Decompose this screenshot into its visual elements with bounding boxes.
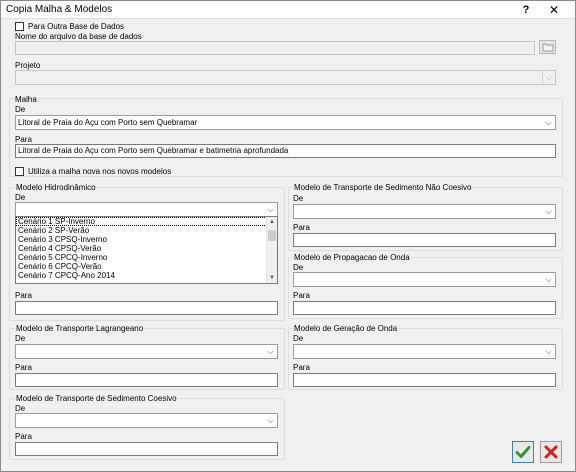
mesh-group [9,98,563,177]
lagrangian-from-select[interactable]: ⌵ [15,344,278,359]
chevron-down-icon: ⌵ [542,71,555,84]
dialog-window: Copia Malha & Modelos ? ✕ Para Outra Bas… [0,0,576,472]
non-cohesive-to-label: Para [293,223,310,232]
scroll-down-icon[interactable]: ▼ [267,273,277,283]
chevron-down-icon: ⌵ [545,347,552,356]
hydro-option[interactable]: Cenário 4 CPSQ-Verão [16,244,277,253]
hydro-group-title: Modelo Hidrodinâmico [15,183,97,192]
browse-button[interactable] [539,40,556,54]
hydro-option[interactable]: Cenário 7 CPCQ-Ano 2014 [16,271,277,280]
chevron-down-icon: ⌵ [267,416,274,425]
mesh-from-select[interactable]: Litoral de Praia do Açu com Porto sem Qu… [15,115,556,130]
wave-to-input[interactable] [293,301,556,315]
wave-from-select[interactable]: ⌵ [293,272,556,287]
hydro-option[interactable]: Cenário 2 SP-Verão [16,226,277,235]
ok-button[interactable] [512,441,534,463]
lagrangian-group-title: Modelo de Transporte Lagrangeano [15,324,145,333]
hydro-from-select[interactable]: ⌵ [15,202,278,217]
scroll-thumb[interactable] [268,230,276,241]
non-cohesive-group-title: Modelo de Transporte de Sedimento Não Co… [293,183,473,192]
db-file-input[interactable] [15,41,535,55]
chevron-down-icon: ⌵ [267,347,274,356]
db-file-label: Nome do arquivo da base de dados [15,32,142,41]
cohesive-from-select[interactable]: ⌵ [15,413,278,428]
cohesive-to-label: Para [15,432,32,441]
red-x-icon [544,445,558,459]
wave-gen-from-select[interactable]: ⌵ [293,344,556,359]
hydro-list-scrollbar[interactable]: ▲ ▼ [266,217,277,283]
hydro-option[interactable]: Cenário 3 CPSQ-Inverno [16,235,277,244]
non-cohesive-from-label: De [293,194,304,203]
project-select[interactable]: ⌵ [15,70,556,85]
chevron-down-icon: ⌵ [545,207,552,216]
chevron-down-icon: ⌵ [545,275,552,284]
lagrangian-to-label: Para [15,363,32,372]
cohesive-to-input[interactable] [15,442,278,456]
wave-gen-to-label: Para [293,363,310,372]
hydro-option[interactable]: Cenário 6 CPCQ-Verão [16,262,277,271]
wave-group-title: Modelo de Propagacao de Onda [293,253,411,262]
wave-gen-from-label: De [293,334,304,343]
mesh-group-title: Malha [15,95,37,104]
non-cohesive-from-select[interactable]: ⌵ [293,204,556,219]
close-button[interactable]: ✕ [546,2,562,18]
help-button[interactable]: ? [518,2,534,18]
mesh-from-label: De [15,105,26,114]
scroll-up-icon[interactable]: ▲ [267,217,277,227]
cancel-button[interactable] [540,441,562,463]
hydro-option[interactable]: Cenário 5 CPCQ-Inverno [16,253,277,262]
project-label: Projeto [15,61,41,70]
folder-icon [542,43,554,52]
lagrangian-to-input[interactable] [15,373,278,387]
wave-gen-to-input[interactable] [293,373,556,387]
other-db-checkbox[interactable] [15,22,24,31]
cohesive-group-title: Modelo de Transporte de Sedimento Coesiv… [15,394,178,403]
mesh-to-label: Para [15,135,32,144]
chevron-down-icon: ⌵ [267,205,274,214]
wave-from-label: De [293,263,304,272]
hydro-dropdown-list[interactable]: Cenário 1 SP-Inverno Cenário 2 SP-Verão … [15,216,278,284]
hydro-to-label: Para [15,291,32,300]
title-bar[interactable]: Copia Malha & Modelos ? ✕ [1,1,575,19]
green-check-icon [515,446,531,458]
chevron-down-icon: ⌵ [545,118,552,127]
mesh-from-value: Litoral de Praia do Açu com Porto sem Qu… [18,118,198,127]
lagrangian-from-label: De [15,334,26,343]
mesh-to-input[interactable]: Litoral de Praia do Açu com Porto sem Qu… [15,144,556,158]
cohesive-from-label: De [15,404,26,413]
other-db-label: Para Outra Base de Dados [28,22,125,31]
window-title: Copia Malha & Modelos [6,4,113,15]
wave-gen-group-title: Modelo de Geração de Onda [293,324,399,333]
hydro-from-label: De [15,193,26,202]
non-cohesive-to-input[interactable] [293,233,556,247]
hydro-option[interactable]: Cenário 1 SP-Inverno [16,217,277,226]
hydro-to-input[interactable] [15,301,278,315]
wave-to-label: Para [293,291,310,300]
use-new-mesh-label: Utiliza a malha nova nos novos modelos [28,167,172,176]
use-new-mesh-checkbox[interactable] [15,167,24,176]
